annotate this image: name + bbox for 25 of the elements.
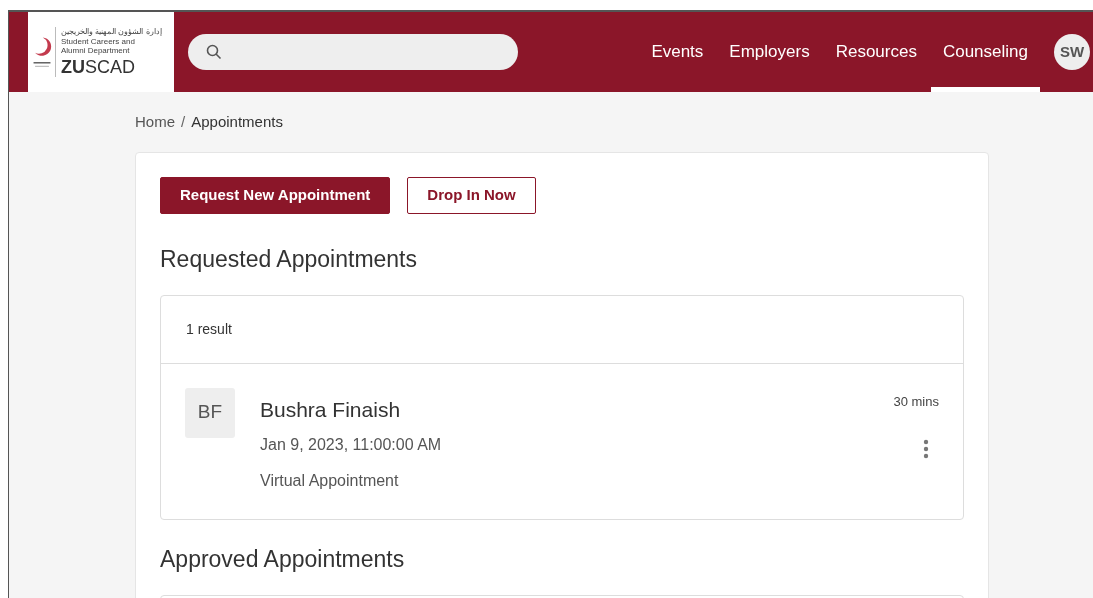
- user-avatar[interactable]: SW: [1054, 34, 1090, 70]
- search-icon: [206, 44, 222, 60]
- appointment-duration: 30 mins: [893, 392, 939, 411]
- section-heading: Requested Appointments: [160, 245, 418, 274]
- drop-in-button[interactable]: Drop In Now: [407, 177, 536, 214]
- logo-wordmark: ZUSCAD: [61, 57, 136, 77]
- breadcrumb-separator: /: [181, 111, 186, 132]
- nav-tab[interactable]: Events: [639, 12, 716, 92]
- request-appointment-button[interactable]: Request New Appointment: [160, 177, 391, 214]
- nav-tab[interactable]: Counseling: [930, 12, 1040, 92]
- avatar-initials: BF: [185, 387, 235, 438]
- breadcrumb-link[interactable]: Home: [135, 110, 175, 134]
- logo-subtitle: Student Careers and: [61, 37, 136, 46]
- logo-subtitle: Alumni Department: [61, 46, 131, 55]
- logo-arabic-text: إدارة الشؤون المهنية والخريجين: [61, 27, 162, 37]
- result-count: 1 result: [186, 319, 232, 339]
- appointment-type: Virtual Appointment: [260, 471, 400, 491]
- breadcrumb-current: Appointments: [191, 111, 283, 132]
- section-heading: Approved Appointments: [160, 545, 406, 574]
- more-options-icon[interactable]: [923, 439, 929, 459]
- nav-tab[interactable]: Employers: [717, 12, 822, 92]
- appointment-datetime: Jan 9, 2023, 11:00:00 AM: [260, 435, 443, 455]
- nav-tab[interactable]: Resources: [823, 12, 929, 92]
- search-field[interactable]: [188, 34, 518, 70]
- contact-name[interactable]: Bushra Finaish: [260, 393, 894, 425]
